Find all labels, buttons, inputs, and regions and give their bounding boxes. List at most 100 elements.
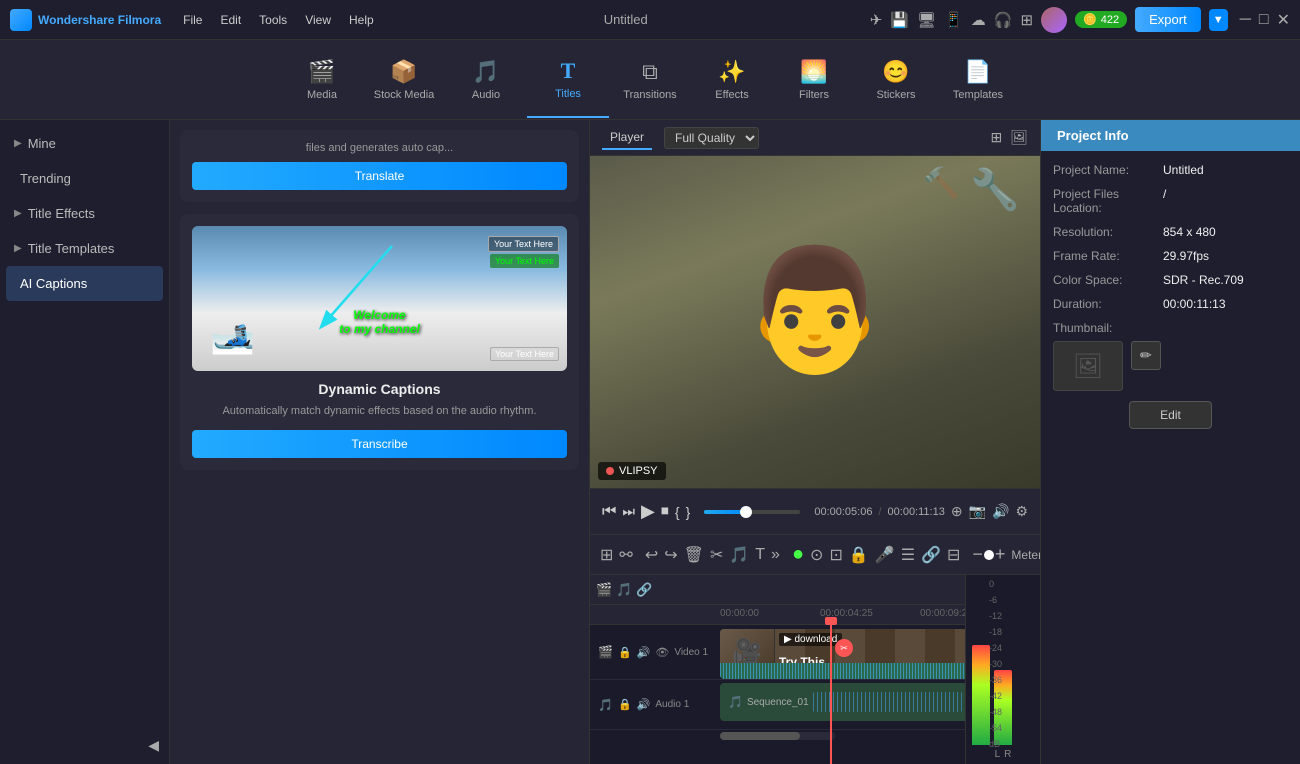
icon-phone[interactable]: 📱 xyxy=(944,11,963,29)
audio-track-icon[interactable]: 🎵 xyxy=(616,582,632,598)
transcribe-button[interactable]: Transcribe xyxy=(192,430,567,458)
add-to-timeline-icon[interactable]: ⊕ xyxy=(951,503,963,520)
tl-minus[interactable]: − xyxy=(972,544,983,565)
audio-track-header: 🎵 🔒 🔊 Audio 1 xyxy=(590,698,720,712)
screenshot-icon[interactable]: 📷 xyxy=(969,503,986,520)
tool-effects[interactable]: ✨ Effects xyxy=(691,42,773,118)
icon-cloud[interactable]: ☁ xyxy=(971,11,986,29)
tool-filters[interactable]: 🌅 Filters xyxy=(773,42,855,118)
tl-undo[interactable]: ↩ xyxy=(645,545,658,565)
menu-tools[interactable]: Tools xyxy=(251,9,295,31)
tl-icon6[interactable]: 🔗 xyxy=(921,545,941,565)
tool-transitions[interactable]: ⧉ Transitions xyxy=(609,42,691,118)
tool-templates[interactable]: 📄 Templates xyxy=(937,42,1019,118)
audio-icon[interactable]: 🔊 xyxy=(992,503,1009,520)
audio-waveform xyxy=(813,692,962,712)
tool-audio[interactable]: 🎵 Audio xyxy=(445,42,527,118)
mark-out-button[interactable]: } xyxy=(686,504,691,520)
rewind-button[interactable]: ⏮ xyxy=(602,503,616,521)
video-track-eye[interactable]: 👁 xyxy=(655,646,669,659)
info-row-duration: Duration: 00:00:11:13 xyxy=(1053,297,1288,311)
tool-stickers[interactable]: 😊 Stickers xyxy=(855,42,937,118)
icon-send[interactable]: ✈ xyxy=(870,11,883,29)
tl-icon4[interactable]: 🎤 xyxy=(875,545,895,565)
scrollbar-thumb[interactable] xyxy=(720,732,800,740)
coins-badge[interactable]: 🪙422 xyxy=(1075,11,1127,28)
mark-in-button[interactable]: { xyxy=(675,504,680,520)
sidebar-item-title-effects[interactable]: ▶ Title Effects xyxy=(0,196,169,231)
tl-icon1[interactable]: ⊙ xyxy=(810,545,823,565)
timeline-scrollbar[interactable] xyxy=(720,732,835,740)
icon-save[interactable]: 💾 xyxy=(890,11,909,29)
tl-icon2[interactable]: ⊡ xyxy=(829,545,842,565)
zoom-thumb[interactable] xyxy=(984,550,994,560)
player-controls: ⏮ ⏭ ▶ ⏹ { } 00:00:05:06 / 00:00:11:13 ⊕ … xyxy=(590,488,1040,534)
audio-track-mute[interactable]: 🔊 xyxy=(637,698,651,711)
tl-plus[interactable]: + xyxy=(995,544,1006,565)
tl-green-dot[interactable]: ● xyxy=(792,543,804,566)
sidebar-item-trending[interactable]: Trending xyxy=(0,161,169,196)
app-name: Wondershare Filmora xyxy=(38,13,161,27)
tl-icon3[interactable]: 🔒 xyxy=(849,545,869,565)
audio-clip-label: Sequence_01 xyxy=(747,697,809,708)
menu-view[interactable]: View xyxy=(297,9,339,31)
tool-titles[interactable]: T Titles xyxy=(527,42,609,118)
card-title: Dynamic Captions xyxy=(192,381,567,397)
settings-icon[interactable]: ⚙ xyxy=(1015,503,1028,520)
win-close[interactable]: ✕ xyxy=(1277,10,1290,30)
top-card: files and generates auto cap... Translat… xyxy=(180,130,579,202)
tl-magnet-icon[interactable]: ⚯ xyxy=(619,545,632,565)
menu-help[interactable]: Help xyxy=(341,9,382,31)
tl-audio[interactable]: 🎵 xyxy=(729,545,749,565)
photo-icon[interactable]: 🖼 xyxy=(1010,129,1028,146)
video-track-lock[interactable]: 🔒 xyxy=(618,646,632,659)
stop-button[interactable]: ⏹ xyxy=(661,503,669,521)
quality-select[interactable]: Full Quality xyxy=(664,127,759,149)
project-info-tab[interactable]: Project Info xyxy=(1041,120,1300,151)
dropdown-arrow[interactable]: ▼ xyxy=(1209,9,1228,31)
audio-waveform-bar xyxy=(720,663,965,679)
right-panel: Project Info Project Name: Untitled Proj… xyxy=(1040,120,1300,764)
video-layer-icon: 🎬 xyxy=(598,645,613,659)
audio-track-row: 🎵 🔒 🔊 Audio 1 🎵 Sequence_01 xyxy=(590,680,965,730)
play-button[interactable]: ▶ xyxy=(641,501,655,522)
video-track-mute[interactable]: 🔊 xyxy=(637,646,651,659)
tool-media[interactable]: 🎬 Media xyxy=(281,42,363,118)
tl-grid-icon[interactable]: ⊞ xyxy=(600,545,613,565)
icon-grid[interactable]: ⊞ xyxy=(1020,11,1033,29)
sidebar-item-title-templates[interactable]: ▶ Title Templates xyxy=(0,231,169,266)
icon-headphone[interactable]: 🎧 xyxy=(994,11,1013,29)
menu-file[interactable]: File xyxy=(175,9,210,31)
sidebar-item-ai-captions[interactable]: AI Captions xyxy=(6,266,163,301)
win-minimize[interactable]: ─ xyxy=(1240,11,1251,29)
db-labels: 0 -6 -12 -18 -24 -30 -36 -42 -48 -54 dB xyxy=(989,579,1002,749)
progress-bar[interactable] xyxy=(704,510,800,514)
audio-track-lock[interactable]: 🔒 xyxy=(618,698,632,711)
translate-button[interactable]: Translate xyxy=(192,162,567,190)
grid-view-icon[interactable]: ⊞ xyxy=(990,129,1002,146)
icon-screen[interactable]: 🖥 xyxy=(917,11,936,29)
tl-icon5[interactable]: ☰ xyxy=(901,545,915,565)
edit-button[interactable]: Edit xyxy=(1129,401,1212,429)
player-tab[interactable]: Player xyxy=(602,126,652,150)
track-link-icon[interactable]: 🔗 xyxy=(636,582,652,598)
sidebar-item-mine[interactable]: ▶ Mine xyxy=(0,126,169,161)
tl-cut[interactable]: ✂ xyxy=(710,545,723,565)
tl-more[interactable]: » xyxy=(771,546,780,564)
export-button[interactable]: Export xyxy=(1135,7,1201,32)
collapse-btn[interactable]: ◀ xyxy=(0,727,169,764)
tl-text[interactable]: T xyxy=(755,546,765,564)
tl-redo[interactable]: ↪ xyxy=(664,545,677,565)
thumbnail-edit-icon[interactable]: ✏ xyxy=(1131,341,1161,370)
progress-thumb[interactable] xyxy=(740,506,752,518)
tool-stock-media[interactable]: 📦 Stock Media xyxy=(363,42,445,118)
tl-delete[interactable]: 🗑 xyxy=(684,545,704,565)
meter-bars-container: 0 -6 -12 -18 -24 -30 -36 -42 -48 -54 dB xyxy=(968,579,1038,749)
win-maximize[interactable]: □ xyxy=(1259,11,1269,29)
menu-edit[interactable]: Edit xyxy=(212,9,249,31)
step-back-button[interactable]: ⏭ xyxy=(622,503,635,520)
audio-clip[interactable]: 🎵 Sequence_01 xyxy=(720,683,965,721)
tl-icon7[interactable]: ⊟ xyxy=(947,545,960,565)
video-track-icon[interactable]: 🎬 xyxy=(596,582,612,598)
ruler-mark-0: 00:00:00 xyxy=(720,608,820,619)
